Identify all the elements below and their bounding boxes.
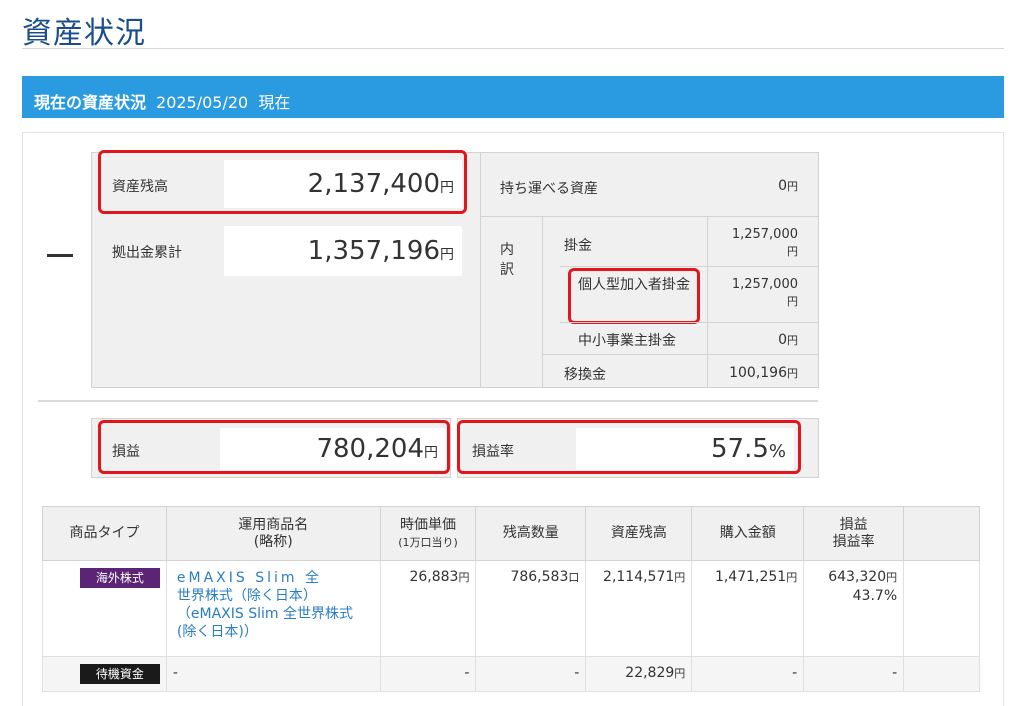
type-cell: 海外株式 xyxy=(42,560,167,657)
fund-name-cell: eMAXIS Slim 全 世界株式（除く日本） （eMAXIS Slim 全世… xyxy=(165,560,381,657)
balance-highlight xyxy=(98,150,467,214)
summary-divider xyxy=(480,152,481,388)
header-price-main: 時価単価 xyxy=(400,516,457,533)
personal-value: 1,257,000 xyxy=(731,277,798,292)
fund-name-cell: - xyxy=(165,656,381,692)
contrib-value: 1,357,196 xyxy=(307,236,440,266)
balance-cell-unit: 円 xyxy=(674,667,686,680)
fund-name-line: eMAXIS Slim 全 xyxy=(176,570,322,586)
asset-type-badge: 待機資金 xyxy=(79,664,160,684)
units-cell: - xyxy=(475,656,587,692)
contrib-unit: 円 xyxy=(440,247,454,263)
transfer-label: 移換金 xyxy=(564,367,606,383)
fund-name-link[interactable]: eMAXIS Slim 全 世界株式（除く日本） （eMAXIS Slim 全世… xyxy=(177,569,370,641)
header-name-main: 運用商品名 xyxy=(238,516,309,533)
section-divider xyxy=(38,400,818,402)
sme-unit: 円 xyxy=(787,334,798,347)
sme-value-cell: 0円 xyxy=(708,332,798,349)
pl-cell-value: 643,320 xyxy=(828,569,887,585)
transfer-value: 100,196 xyxy=(729,365,787,381)
price-value: 26,883 xyxy=(409,569,459,585)
units-value: 786,583 xyxy=(510,569,569,585)
header-pl-sub: 損益率 xyxy=(832,533,875,550)
pl-highlight xyxy=(98,420,450,474)
header-pl: 損益 損益率 xyxy=(803,506,905,561)
personal-highlight xyxy=(568,268,700,324)
kakekin-value: 1,257,000 xyxy=(731,227,798,242)
portable-value-cell: 0円 xyxy=(708,178,798,195)
spacer-cell xyxy=(903,656,980,692)
portable-label: 持ち運べる資産 xyxy=(500,181,598,197)
purchase-value: 1,471,251 xyxy=(714,569,787,585)
portable-unit: 円 xyxy=(787,180,798,193)
header-price: 時価単価 (1万口当り) xyxy=(379,506,477,561)
row-divider xyxy=(560,322,818,323)
fund-name-line: 世界株式（除く日本） xyxy=(176,588,317,604)
personal-unit: 円 xyxy=(787,295,798,308)
header-units: 残高数量 xyxy=(475,506,587,561)
asset-type-badge: 海外株式 xyxy=(79,568,160,588)
balance-cell-value: 22,829 xyxy=(625,665,675,681)
collapse-toggle-icon[interactable] xyxy=(47,254,73,257)
row-divider xyxy=(560,266,818,267)
purchase-cell: - xyxy=(691,656,805,692)
section-date-suffix: 現在 xyxy=(258,93,291,112)
spacer-cell xyxy=(903,560,980,657)
header-name: 運用商品名 (略称) xyxy=(165,506,381,561)
fund-name-line: （eMAXIS Slim 全世界株式 xyxy=(176,606,353,622)
transfer-value-cell: 100,196円 xyxy=(708,365,798,382)
header-pl-main: 損益 xyxy=(839,516,868,533)
units-unit: 口 xyxy=(568,571,580,584)
header-purchase: 購入金額 xyxy=(691,506,805,561)
breakdown-label: 内訳 xyxy=(500,242,514,278)
price-unit: 円 xyxy=(458,571,470,584)
balance-cell: 22,829円 xyxy=(585,656,693,692)
section-title: 現在の資産状況 xyxy=(34,93,147,112)
pl-rate-highlight xyxy=(457,420,801,474)
sme-value: 0 xyxy=(778,332,787,348)
balance-cell-value: 2,114,571 xyxy=(603,569,675,585)
personal-value-cell: 1,257,000 円 xyxy=(708,276,798,310)
kakekin-unit: 円 xyxy=(787,245,798,258)
pl-cell: 643,320円 43.7% xyxy=(803,560,905,657)
header-price-sub: (1万口当り) xyxy=(398,535,458,549)
pl-cell: - xyxy=(803,656,905,692)
table-row: 待機資金 - - - 22,829円 - - xyxy=(42,656,980,692)
purchase-unit: 円 xyxy=(786,571,798,584)
units-cell: 786,583口 xyxy=(475,560,587,657)
breakdown-divider xyxy=(542,216,543,388)
row-divider xyxy=(481,216,818,217)
transfer-unit: 円 xyxy=(787,367,798,380)
kakekin-label: 掛金 xyxy=(564,238,592,254)
title-divider xyxy=(22,48,1004,49)
pl-cell-unit: 円 xyxy=(886,571,898,584)
section-date: 2025/05/20 xyxy=(156,93,249,112)
header-name-sub: (略称) xyxy=(253,533,293,550)
type-cell: 待機資金 xyxy=(42,656,167,692)
fund-name-line: (除く日本)） xyxy=(176,624,258,640)
contrib-value-box: 1,357,196円 xyxy=(224,226,462,276)
header-spacer xyxy=(903,506,980,561)
pl-rate-cell-value: 43.7% xyxy=(852,588,898,604)
price-cell: 26,883円 xyxy=(379,560,477,657)
purchase-cell: 1,471,251円 xyxy=(691,560,805,657)
header-type: 商品タイプ xyxy=(42,506,167,561)
portable-value: 0 xyxy=(778,178,787,194)
section-header: 現在の資産状況 2025/05/20 現在 xyxy=(22,76,1004,118)
table-header-row: 商品タイプ 運用商品名 (略称) 時価単価 (1万口当り) 残高数量 資産残高 購入… xyxy=(42,506,980,561)
contrib-label: 拠出金累計 xyxy=(112,245,182,261)
row-divider xyxy=(542,354,818,355)
price-cell: - xyxy=(379,656,477,692)
header-balance: 資産残高 xyxy=(585,506,693,561)
balance-cell-unit: 円 xyxy=(674,571,686,584)
holdings-table: 商品タイプ 運用商品名 (略称) 時価単価 (1万口当り) 残高数量 資産残高 購入… xyxy=(42,506,980,692)
balance-cell: 2,114,571円 xyxy=(585,560,693,657)
kakekin-value-cell: 1,257,000 円 xyxy=(708,226,798,260)
table-row: 海外株式 eMAXIS Slim 全 世界株式（除く日本） （eMAXIS Sl… xyxy=(42,560,980,657)
sme-label: 中小事業主掛金 xyxy=(578,333,676,349)
page-title: 資産状況 xyxy=(22,16,146,51)
